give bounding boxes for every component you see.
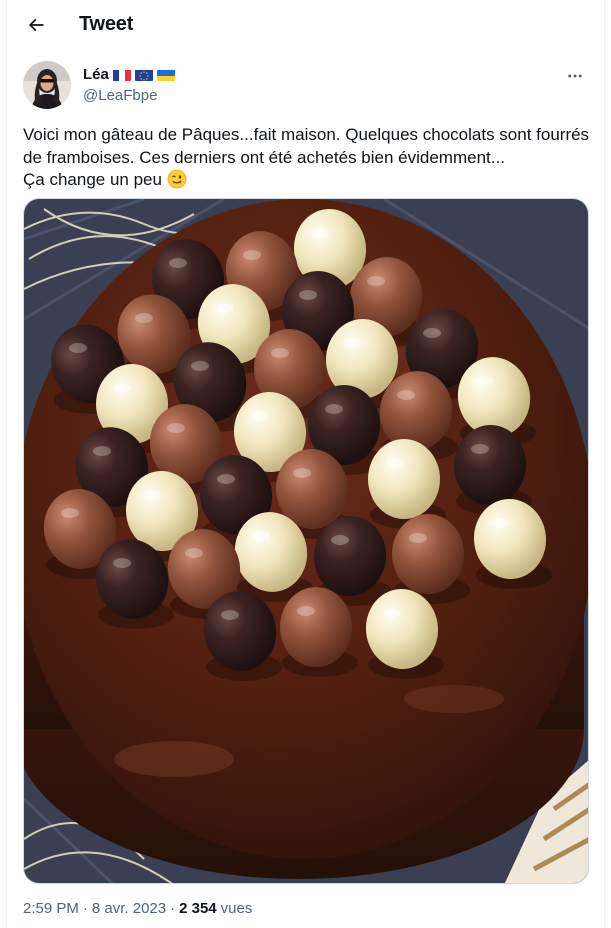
tweet-time[interactable]: 2:59 PM bbox=[23, 900, 79, 917]
egg-highlight bbox=[385, 458, 403, 468]
egg-highlight bbox=[135, 313, 153, 323]
meta-separator: · bbox=[82, 900, 88, 917]
france-flag-icon bbox=[112, 69, 131, 81]
page-title: Tweet bbox=[79, 13, 134, 35]
avatar[interactable] bbox=[23, 61, 71, 109]
tweet-meta: 2:59 PM · 8 avr. 2023 · 2 354 vues bbox=[23, 900, 252, 917]
egg-highlight bbox=[397, 390, 415, 400]
arrow-left-icon bbox=[28, 18, 44, 32]
egg-highlight bbox=[169, 258, 187, 268]
egg-highlight bbox=[113, 383, 131, 393]
winking-face-emoji bbox=[167, 169, 187, 189]
egg-highlight bbox=[293, 468, 311, 478]
egg-highlight bbox=[297, 606, 315, 616]
author-name[interactable]: Léa bbox=[83, 66, 109, 83]
egg-highlight bbox=[367, 276, 385, 286]
egg-highlight bbox=[191, 361, 209, 371]
egg-highlight bbox=[423, 328, 441, 338]
egg-highlight bbox=[475, 376, 493, 386]
egg-highlight bbox=[61, 508, 79, 518]
egg-highlight bbox=[185, 548, 203, 558]
egg-highlight bbox=[143, 490, 161, 500]
tweet-page: Tweet Léa @LeaFbpe Voici mon gâteau de P… bbox=[6, 0, 605, 928]
milk-chocolate-egg bbox=[280, 587, 352, 667]
egg-highlight bbox=[343, 338, 361, 348]
egg-highlight bbox=[471, 444, 489, 454]
white-chocolate-egg bbox=[368, 439, 440, 519]
egg-highlight bbox=[243, 250, 261, 260]
egg-highlight bbox=[311, 228, 329, 238]
tweet-date[interactable]: 8 avr. 2023 bbox=[92, 900, 166, 917]
more-options-button[interactable] bbox=[560, 61, 590, 91]
page-header: Tweet bbox=[7, 0, 604, 50]
egg-highlight bbox=[252, 531, 270, 541]
egg-highlight bbox=[221, 610, 239, 620]
egg-highlight bbox=[69, 343, 87, 353]
ukraine-flag-icon bbox=[156, 69, 175, 81]
egg-highlight bbox=[217, 474, 235, 484]
egg-highlight bbox=[299, 290, 317, 300]
avatar-image bbox=[23, 61, 71, 109]
egg-highlight bbox=[251, 411, 269, 421]
egg-highlight bbox=[325, 404, 343, 414]
egg-highlight bbox=[93, 446, 111, 456]
egg-highlight bbox=[491, 518, 509, 528]
egg-highlight bbox=[271, 348, 289, 358]
tweet-text-content: Voici mon gâteau de Pâques...fait maison… bbox=[23, 125, 590, 189]
views-count: 2 354 bbox=[179, 900, 217, 917]
egg-highlight bbox=[409, 533, 427, 543]
egg-highlight bbox=[383, 608, 401, 618]
back-button[interactable] bbox=[19, 8, 53, 42]
tweet-photo[interactable] bbox=[23, 198, 589, 884]
tweet-author: Léa @LeaFbpe bbox=[23, 61, 590, 111]
author-name-line[interactable]: Léa bbox=[83, 66, 175, 83]
views-label: vues bbox=[220, 900, 253, 917]
more-dots-icon bbox=[568, 74, 582, 78]
egg-highlight bbox=[215, 303, 233, 313]
egg-highlight bbox=[167, 423, 185, 433]
egg-highlight bbox=[331, 535, 349, 545]
tweet-text: Voici mon gâteau de Pâques...fait maison… bbox=[23, 124, 593, 192]
author-handle[interactable]: @LeaFbpe bbox=[83, 87, 157, 104]
eu-flag-icon bbox=[134, 69, 153, 81]
egg-highlight bbox=[113, 558, 131, 568]
meta-separator-2: · bbox=[170, 900, 176, 917]
cake-photo-image bbox=[24, 199, 588, 883]
milk-chocolate-egg bbox=[392, 514, 464, 594]
